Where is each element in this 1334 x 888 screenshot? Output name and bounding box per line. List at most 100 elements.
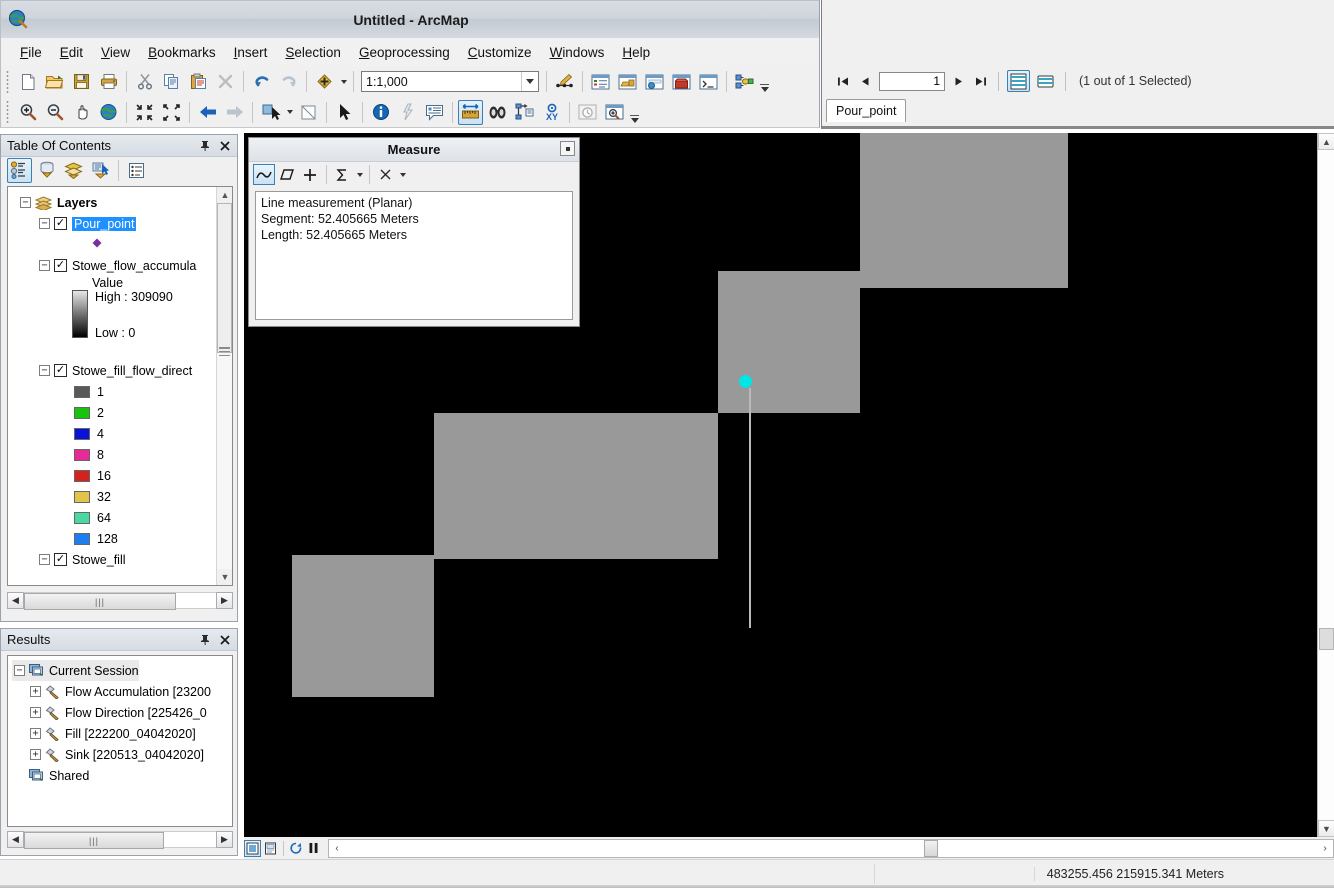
first-record-button[interactable] <box>833 71 853 91</box>
select-features-dropdown-arrow[interactable] <box>284 100 295 124</box>
go-to-xy-button[interactable]: XY <box>539 100 564 125</box>
menu-windows[interactable]: Windows <box>541 41 614 64</box>
toc-horizontal-scrollbar[interactable]: ◀ ||| ▶ <box>7 591 233 610</box>
results-horizontal-scrollbar[interactable]: ◀ ||| ▶ <box>7 830 233 849</box>
clear-results-dropdown-arrow[interactable] <box>397 163 408 187</box>
scroll-up-icon[interactable]: ▲ <box>217 187 232 203</box>
toc-hscroll-track[interactable]: ||| <box>24 592 216 610</box>
layer-visibility-checkbox[interactable] <box>54 259 67 272</box>
redo-button[interactable] <box>276 69 301 94</box>
find-route-button[interactable] <box>512 100 537 125</box>
clear-results-tool[interactable] <box>374 164 396 185</box>
zoom-out-button[interactable] <box>42 100 67 125</box>
pin-icon[interactable] <box>197 632 213 648</box>
scroll-left-icon[interactable]: ‹ <box>329 840 345 857</box>
measure-button[interactable] <box>458 99 483 125</box>
toc-legend-class[interactable]: 1 <box>74 381 217 402</box>
toc-layer-label[interactable]: Stowe_flow_accumula <box>72 259 196 273</box>
expander-icon[interactable]: + <box>30 686 41 697</box>
delete-button[interactable] <box>213 69 238 94</box>
catalog-button[interactable] <box>615 69 640 94</box>
results-tree-node[interactable]: + Sink [220513_04042020] <box>12 744 232 765</box>
expander-icon[interactable]: − <box>20 197 31 208</box>
toc-layer-tree[interactable]: − Layers − Pour_point <box>7 186 233 586</box>
menu-view[interactable]: View <box>92 41 139 64</box>
map-hscroll-thumb[interactable] <box>924 839 938 857</box>
time-slider-button[interactable] <box>575 100 600 125</box>
toc-layer-label[interactable]: Stowe_fill_flow_direct <box>72 364 192 378</box>
record-number-input[interactable]: 1 <box>879 71 945 91</box>
select-elements-button[interactable] <box>332 100 357 125</box>
arctoolbox-button[interactable] <box>669 69 694 94</box>
close-icon[interactable] <box>217 138 233 154</box>
cut-button[interactable] <box>132 69 157 94</box>
layout-view-button[interactable] <box>262 840 279 857</box>
identify-button[interactable] <box>368 100 393 125</box>
scroll-down-icon[interactable]: ▼ <box>217 569 232 585</box>
expander-icon[interactable]: + <box>30 728 41 739</box>
show-all-records-button[interactable] <box>1007 70 1030 92</box>
map-horizontal-scrollbar[interactable]: ‹ › <box>328 838 1334 858</box>
measure-line-tool[interactable] <box>253 164 275 185</box>
print-button[interactable] <box>96 69 121 94</box>
options-button[interactable] <box>124 158 149 183</box>
tools-toolbar-grip[interactable] <box>4 101 11 123</box>
list-by-drawing-order-button[interactable] <box>7 157 32 183</box>
show-total-tool[interactable] <box>331 164 353 185</box>
scroll-right-icon[interactable]: › <box>1317 840 1333 857</box>
python-window-button[interactable] <box>696 69 721 94</box>
search-window-button[interactable] <box>642 69 667 94</box>
results-hscroll-thumb[interactable]: ||| <box>24 832 164 849</box>
show-selected-records-button[interactable] <box>1034 70 1057 92</box>
toc-legend-class[interactable]: 4 <box>74 423 217 444</box>
scale-combo[interactable]: 1:1,000 <box>361 71 539 92</box>
add-data-button[interactable] <box>312 69 337 94</box>
modelbuilder-button[interactable] <box>732 69 757 94</box>
expander-icon[interactable]: + <box>30 749 41 760</box>
menu-geoprocessing[interactable]: Geoprocessing <box>350 41 459 64</box>
map-vscroll-thumb[interactable] <box>1319 628 1334 650</box>
copy-button[interactable] <box>159 69 184 94</box>
menu-customize[interactable]: Customize <box>459 41 541 64</box>
minimize-icon[interactable] <box>560 141 575 156</box>
layer-visibility-checkbox[interactable] <box>54 364 67 377</box>
expander-icon[interactable]: − <box>14 665 25 676</box>
fixed-zoom-out-button[interactable] <box>159 100 184 125</box>
toc-legend-class[interactable]: 32 <box>74 486 217 507</box>
show-total-dropdown-arrow[interactable] <box>354 163 365 187</box>
scale-dropdown-arrow[interactable] <box>521 72 538 91</box>
menu-help[interactable]: Help <box>613 41 659 64</box>
create-viewer-window-button[interactable] <box>602 100 627 125</box>
toolbar-grip[interactable] <box>4 70 11 93</box>
measure-dialog[interactable]: Measure Line measurement (Planar) Segmen… <box>248 137 580 327</box>
expander-icon[interactable]: − <box>39 260 50 271</box>
list-by-visibility-button[interactable] <box>61 158 86 183</box>
scroll-left-icon[interactable]: ◀ <box>7 592 24 609</box>
tools-toolbar-overflow-button[interactable] <box>628 99 641 126</box>
zoom-in-button[interactable] <box>15 100 40 125</box>
expander-icon[interactable]: − <box>39 554 50 565</box>
map-vertical-scrollbar[interactable]: ▲ ▼ <box>1317 133 1334 837</box>
results-tree[interactable]: − Current Session + Flow Accumulation [2320… <box>7 655 233 827</box>
toc-layer-stowe-fill[interactable]: − Stowe_fill <box>14 549 217 570</box>
results-tree-node[interactable]: + Fill [222200_04042020] <box>12 723 232 744</box>
layer-visibility-checkbox[interactable] <box>54 553 67 566</box>
toc-legend-class[interactable]: 8 <box>74 444 217 465</box>
expander-icon[interactable]: − <box>39 218 50 229</box>
close-icon[interactable] <box>217 632 233 648</box>
clear-selection-button[interactable] <box>296 100 321 125</box>
menu-bookmarks[interactable]: Bookmarks <box>139 41 225 64</box>
undo-button[interactable] <box>249 69 274 94</box>
standard-toolbar-overflow-button[interactable] <box>758 68 771 95</box>
results-tree-node[interactable]: − Current Session <box>12 660 139 681</box>
list-by-source-button[interactable] <box>34 158 59 183</box>
full-extent-button[interactable] <box>96 100 121 125</box>
toc-legend-class[interactable]: 128 <box>74 528 217 549</box>
toc-vertical-scrollbar[interactable]: ▲ ▼ <box>216 187 232 585</box>
scroll-right-icon[interactable]: ▶ <box>216 831 233 848</box>
open-button[interactable] <box>42 69 67 94</box>
next-record-button[interactable] <box>949 71 969 91</box>
attribute-table-grid[interactable] <box>823 2 1334 64</box>
editor-toolbar-button[interactable] <box>552 69 577 94</box>
menu-insert[interactable]: Insert <box>225 41 277 64</box>
